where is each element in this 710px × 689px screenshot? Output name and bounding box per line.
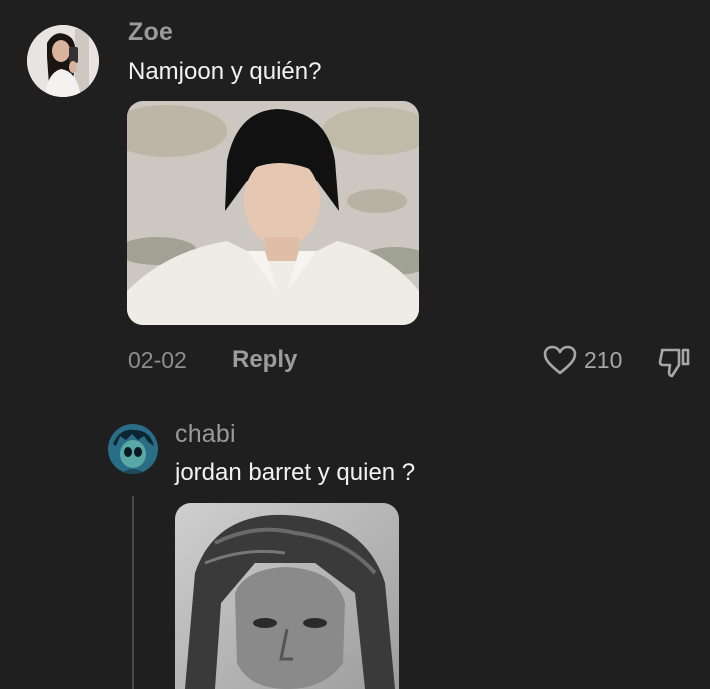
reply-button[interactable]: Reply: [232, 346, 297, 374]
reply-username[interactable]: chabi: [175, 420, 236, 449]
comments-thread: Zoe Namjoon y quién? 02-02 Reply 210 cha…: [0, 0, 710, 689]
comment-photo[interactable]: [127, 101, 419, 325]
dislike-button[interactable]: [657, 344, 693, 380]
reply-photo[interactable]: [175, 503, 399, 689]
reply-photo-image: [175, 503, 399, 689]
reply-text: jordan barret y quien ?: [175, 459, 416, 486]
comment-username[interactable]: Zoe: [128, 18, 173, 47]
like-count: 210: [584, 346, 623, 373]
like-button[interactable]: 210: [542, 344, 622, 376]
heart-icon: [543, 345, 577, 375]
thumbs-down-icon: [658, 348, 690, 378]
avatar-zoe-image: [27, 25, 99, 97]
avatar-chabi[interactable]: [108, 424, 158, 474]
thread-line: [132, 496, 134, 689]
comment-text: Namjoon y quién?: [128, 58, 322, 85]
avatar-zoe[interactable]: [27, 25, 99, 97]
comment-date: 02-02: [128, 347, 187, 373]
comment-photo-image: [127, 101, 419, 325]
avatar-chabi-image: [108, 424, 158, 474]
